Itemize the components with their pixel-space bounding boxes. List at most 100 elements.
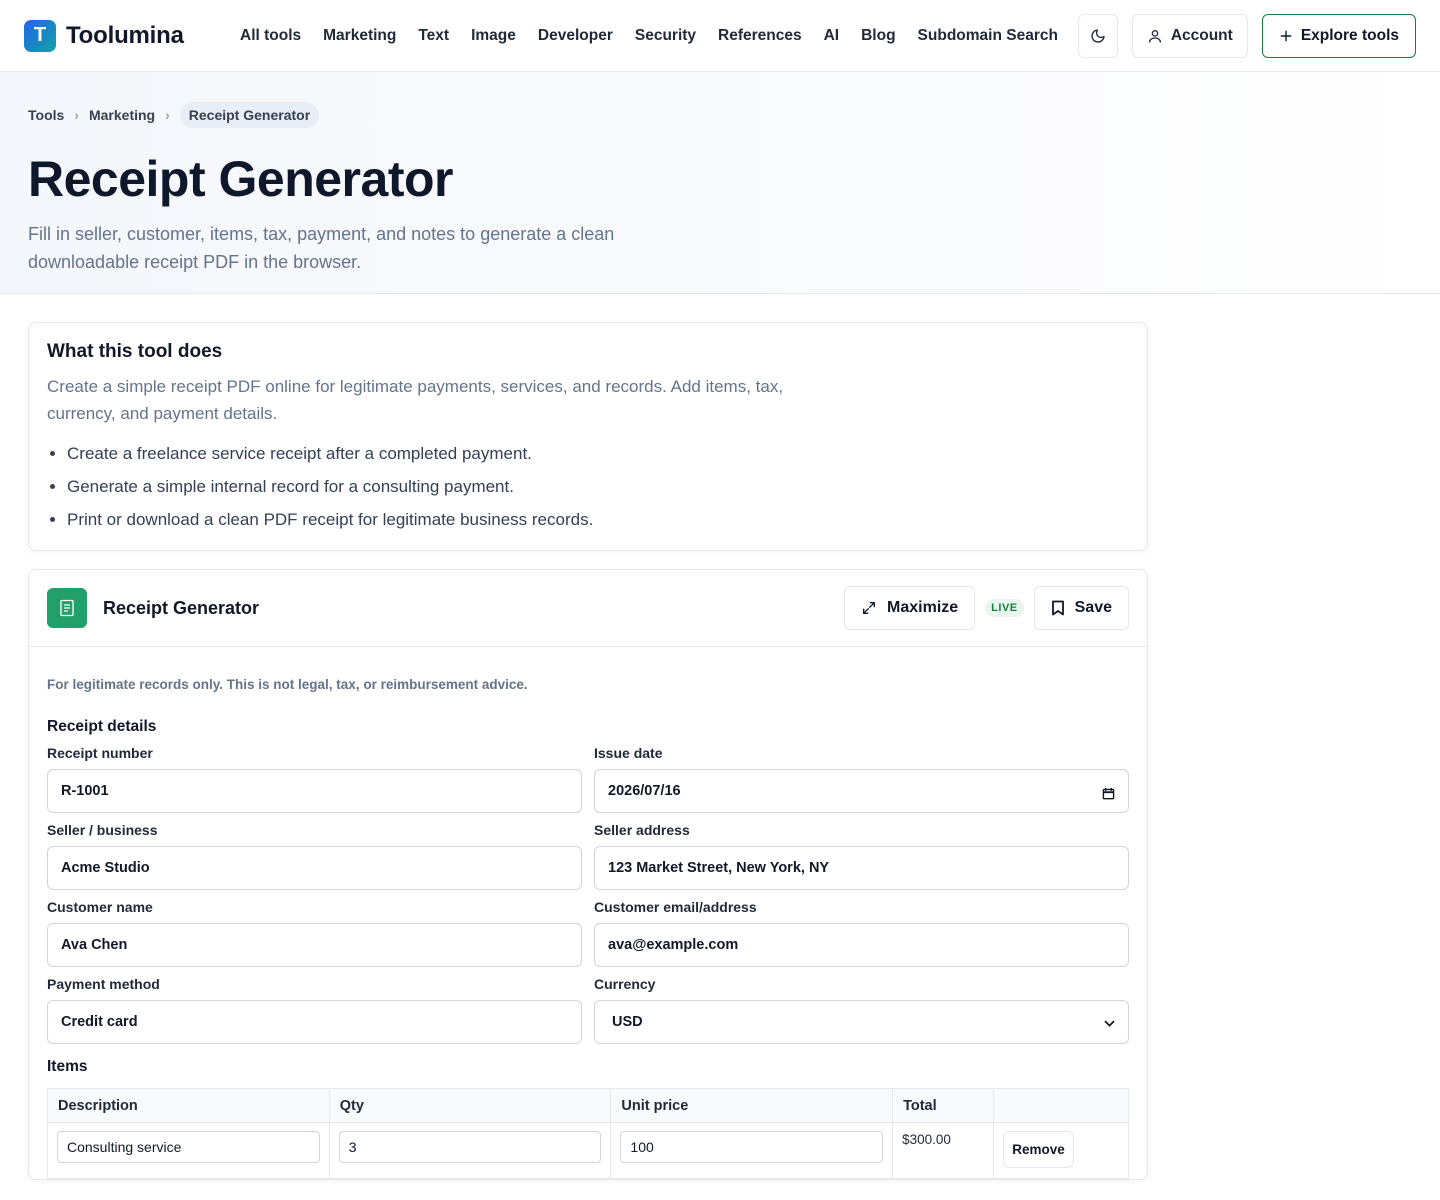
about-tool-card: What this tool does Create a simple rece… bbox=[28, 322, 1148, 551]
nav-item-marketing[interactable]: Marketing bbox=[323, 27, 396, 45]
nav-item-image[interactable]: Image bbox=[471, 27, 516, 45]
seller-address-input[interactable]: 123 Market Street, New York, NY bbox=[594, 846, 1129, 890]
actions-cell: Remove bbox=[993, 1122, 1129, 1179]
seller-address-label: Seller address bbox=[594, 822, 690, 838]
nav-item-developer[interactable]: Developer bbox=[538, 27, 613, 45]
qty-cell: 3 bbox=[329, 1122, 612, 1179]
breadcrumb-current: Receipt Generator bbox=[179, 102, 320, 128]
item-description-input[interactable]: Consulting service bbox=[57, 1131, 320, 1163]
payment-method-field: Payment method Credit card bbox=[47, 976, 582, 1044]
nav-item-references[interactable]: References bbox=[718, 27, 802, 45]
tool-title: Receipt Generator bbox=[103, 597, 260, 618]
nav-item-all-tools[interactable]: All tools bbox=[240, 27, 301, 45]
receipt-number-field: Receipt number R-1001 bbox=[47, 745, 582, 813]
list-item: Create a freelance service receipt after… bbox=[67, 437, 1129, 470]
issue-date-input[interactable]: 2026/07/16 bbox=[594, 769, 1129, 813]
currency-wrapper: USD bbox=[594, 1000, 1129, 1044]
nav-item-ai[interactable]: AI bbox=[824, 27, 840, 45]
brand[interactable]: T Toolumina bbox=[24, 19, 240, 52]
issue-date-field: Issue date 2026/07/16 bbox=[594, 745, 1129, 813]
about-title: What this tool does bbox=[47, 341, 223, 362]
expand-icon bbox=[863, 602, 876, 614]
list-item: Print or download a clean PDF receipt fo… bbox=[67, 503, 1129, 536]
moon-icon bbox=[1091, 28, 1105, 43]
list-item: Generate a simple internal record for a … bbox=[67, 470, 1129, 503]
item-total: $300.00 bbox=[892, 1122, 995, 1179]
customer-name-input[interactable]: Ava Chen bbox=[47, 923, 582, 967]
chevron-right-icon: › bbox=[165, 107, 170, 123]
main-content: What this tool does Create a simple rece… bbox=[0, 294, 1440, 1180]
breadcrumb: Tools › Marketing › Receipt Generator bbox=[28, 102, 1412, 128]
about-use-cases: Create a freelance service receipt after… bbox=[47, 437, 1129, 536]
currency-select[interactable]: USD bbox=[594, 1000, 1129, 1044]
breadcrumb-marketing[interactable]: Marketing bbox=[89, 107, 155, 123]
column-header-actions bbox=[993, 1088, 1129, 1123]
calendar-icon[interactable] bbox=[1102, 787, 1115, 800]
page-subtitle: Fill in seller, customer, items, tax, pa… bbox=[28, 224, 615, 272]
table-row: Consulting service 3 100 $300.00 Remove bbox=[47, 1122, 1129, 1179]
explore-tools-button[interactable]: Explore tools bbox=[1261, 13, 1416, 58]
currency-field: Currency USD bbox=[594, 976, 1129, 1044]
column-header-description: Description bbox=[47, 1088, 330, 1123]
save-label: Save bbox=[1074, 599, 1112, 616]
tool-actions: Maximize LIVE Save bbox=[844, 586, 1129, 630]
column-header-qty: Qty bbox=[329, 1088, 612, 1123]
payment-method-label: Payment method bbox=[47, 976, 160, 992]
payment-method-input[interactable]: Credit card bbox=[47, 1000, 582, 1044]
top-navigation-bar: T Toolumina All tools Marketing Text Ima… bbox=[0, 0, 1440, 72]
page-hero: Tools › Marketing › Receipt Generator Re… bbox=[0, 72, 1440, 294]
customer-name-label: Customer name bbox=[47, 899, 153, 915]
maximize-label: Maximize bbox=[887, 599, 959, 616]
header-actions: Account Explore tools bbox=[1077, 13, 1416, 58]
description-cell: Consulting service bbox=[47, 1122, 330, 1179]
issue-date-wrapper: 2026/07/16 bbox=[594, 769, 1129, 813]
explore-tools-label: Explore tools bbox=[1300, 26, 1399, 44]
disclaimer-text: For legitimate records only. This is not… bbox=[47, 677, 528, 692]
receipt-number-input[interactable]: R-1001 bbox=[47, 769, 582, 813]
user-icon bbox=[1148, 29, 1161, 43]
items-table: Description Qty Unit price Total Consult… bbox=[47, 1088, 1129, 1179]
receipt-icon bbox=[47, 588, 87, 628]
receipt-number-label: Receipt number bbox=[47, 745, 153, 761]
column-header-unit-price: Unit price bbox=[610, 1088, 894, 1123]
customer-name-field: Customer name Ava Chen bbox=[47, 899, 582, 967]
nav-item-subdomain-search[interactable]: Subdomain Search bbox=[918, 27, 1058, 45]
bookmark-icon bbox=[1051, 600, 1064, 616]
brand-logo[interactable]: T bbox=[24, 19, 56, 52]
nav-item-security[interactable]: Security bbox=[635, 27, 696, 45]
issue-date-label: Issue date bbox=[594, 745, 663, 761]
unit-price-cell: 100 bbox=[610, 1122, 894, 1179]
theme-toggle-button[interactable] bbox=[1077, 13, 1118, 58]
nav-item-text[interactable]: Text bbox=[418, 27, 449, 45]
receipt-details-title: Receipt details bbox=[47, 718, 157, 735]
items-table-header: Description Qty Unit price Total bbox=[47, 1088, 1129, 1123]
breadcrumb-tools[interactable]: Tools bbox=[28, 107, 64, 123]
column-header-total: Total bbox=[892, 1088, 995, 1123]
tool-header: Receipt Generator Maximize LIVE Save bbox=[29, 570, 1147, 647]
seller-input[interactable]: Acme Studio bbox=[47, 846, 582, 890]
save-button[interactable]: Save bbox=[1033, 586, 1129, 630]
receipt-details-form: Receipt number R-1001 Issue date 2026/07… bbox=[47, 736, 1129, 1044]
seller-field: Seller / business Acme Studio bbox=[47, 822, 582, 890]
tool-body: For legitimate records only. This is not… bbox=[29, 647, 1147, 1179]
receipt-tool-panel: Receipt Generator Maximize LIVE Save For… bbox=[28, 569, 1148, 1180]
remove-item-button[interactable]: Remove bbox=[1003, 1131, 1075, 1168]
customer-contact-input[interactable]: ava@example.com bbox=[594, 923, 1129, 967]
brand-name[interactable]: Toolumina bbox=[66, 22, 184, 50]
plus-icon bbox=[1280, 30, 1292, 41]
items-title: Items bbox=[47, 1058, 88, 1075]
chevron-down-icon[interactable] bbox=[1104, 1020, 1115, 1028]
about-description: Create a simple receipt PDF online for l… bbox=[47, 377, 784, 423]
item-unit-price-input[interactable]: 100 bbox=[620, 1131, 884, 1163]
page-title: Receipt Generator bbox=[28, 151, 453, 207]
seller-address-field: Seller address 123 Market Street, New Yo… bbox=[594, 822, 1129, 890]
currency-label: Currency bbox=[594, 976, 656, 992]
item-qty-input[interactable]: 3 bbox=[338, 1131, 602, 1163]
chevron-right-icon: › bbox=[74, 107, 79, 123]
maximize-button[interactable]: Maximize bbox=[844, 586, 976, 630]
nav-item-blog[interactable]: Blog bbox=[861, 27, 895, 45]
seller-label: Seller / business bbox=[47, 822, 158, 838]
live-badge: LIVE bbox=[985, 599, 1024, 617]
account-button[interactable]: Account bbox=[1131, 13, 1248, 58]
customer-contact-field: Customer email/address ava@example.com bbox=[594, 899, 1129, 967]
